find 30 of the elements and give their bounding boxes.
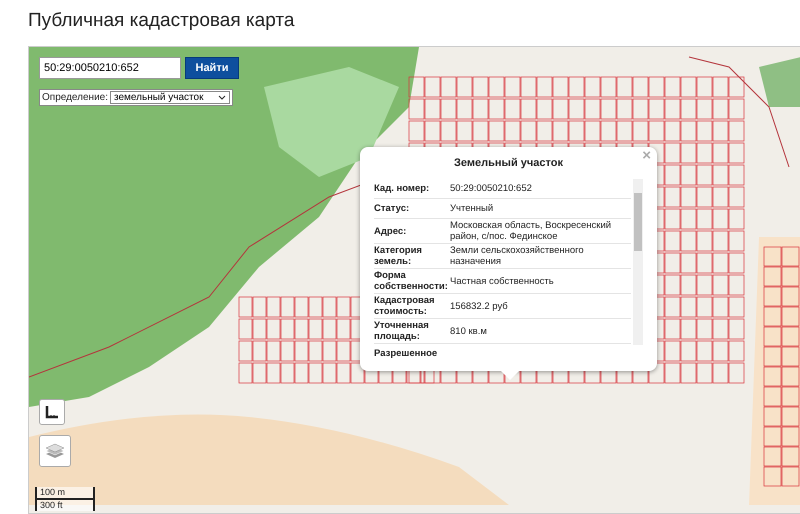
field-label: Статус: [374, 203, 410, 214]
field-label: Форма собственности: [374, 270, 449, 292]
field-label: Кад. номер: [374, 183, 430, 194]
field-value: Частная собственность [450, 276, 555, 286]
find-button[interactable]: Найти [185, 57, 239, 79]
popup-title: Земельный участок [453, 157, 564, 169]
measure-button[interactable] [39, 399, 65, 425]
field-value: Московская область, Воскресенский район, с/пос. Фединское [450, 220, 612, 242]
layers-button[interactable] [39, 435, 71, 467]
layers-icon [45, 442, 65, 460]
field-label: Категория земель: [374, 245, 423, 267]
field-value: Земли сельскохозяйственного назначения [450, 245, 585, 267]
definition-dropdown[interactable]: земельный участок [110, 91, 230, 104]
field-value: 156832.2 руб [450, 300, 509, 312]
field-label: Разрешенное [374, 348, 438, 359]
scale-metric: 100 m [37, 487, 93, 500]
field-label: Кадастровая стоимость: [374, 295, 436, 317]
field-value: Учтенный [450, 203, 494, 214]
field-label: Адрес: [374, 226, 408, 236]
field-value: 810 кв.м [450, 326, 488, 336]
cadastral-number-field[interactable]: 50:29:0050210:652 [39, 57, 181, 79]
page-title: Публичная кадастровая карта [27, 9, 296, 33]
field-value: 50:29:0050210:652 [450, 183, 533, 194]
scrollbar[interactable] [633, 179, 643, 345]
chevron-down-icon [218, 94, 226, 100]
ruler-icon [45, 405, 59, 419]
field-label: Уточненная площадь: [374, 320, 430, 342]
definition-label: Определение: [42, 92, 108, 103]
popup-pointer [500, 370, 520, 381]
scale-imperial: 300 ft [39, 500, 64, 511]
